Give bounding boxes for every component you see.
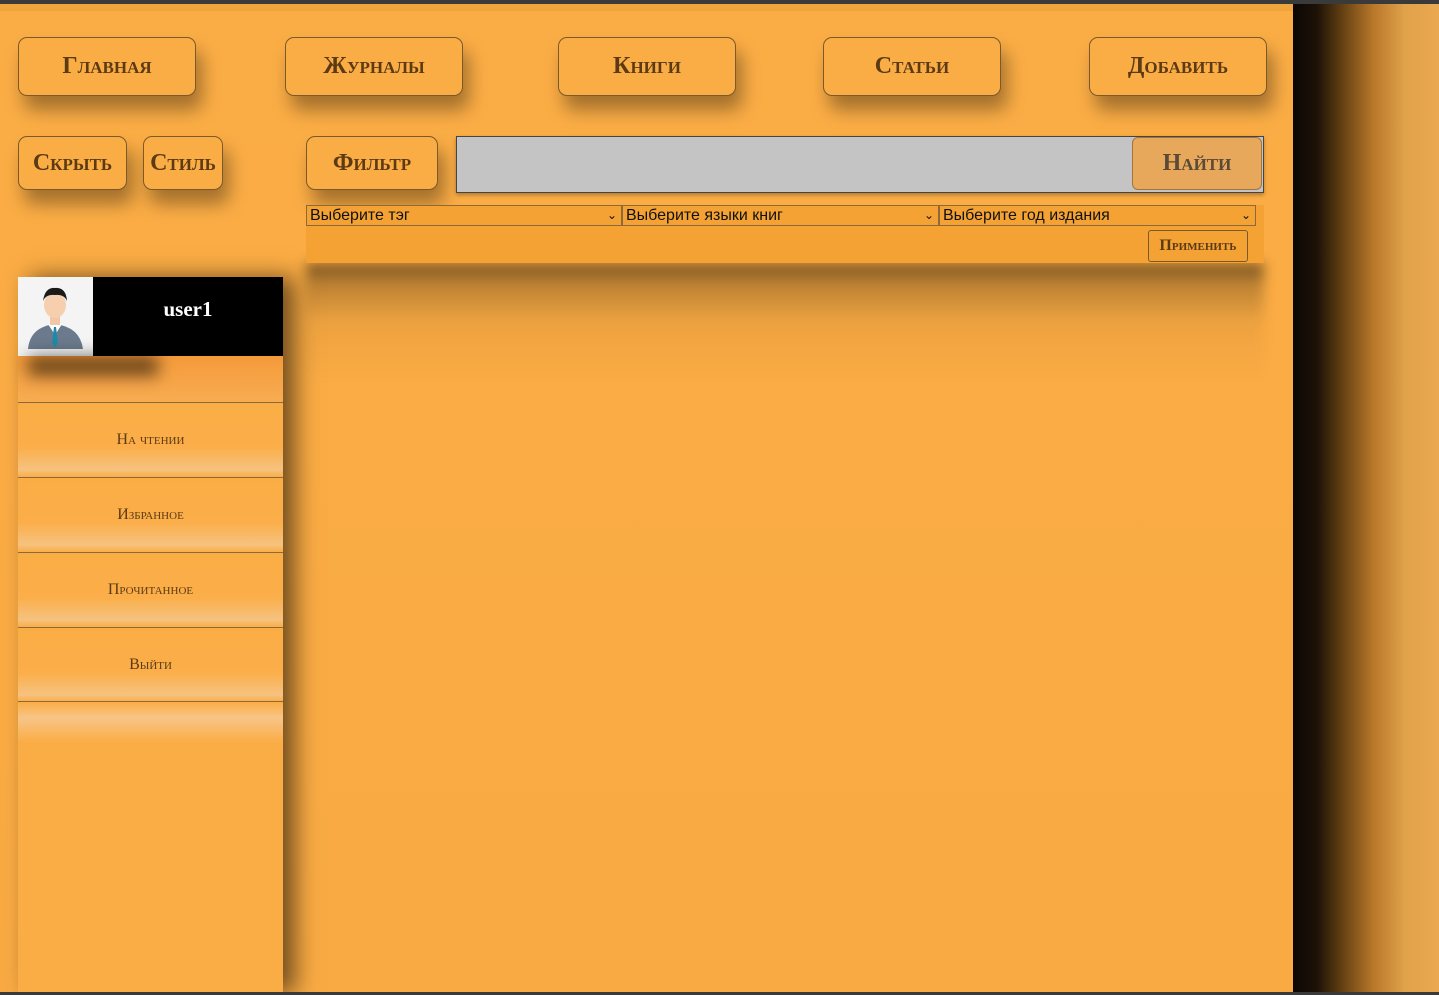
sidebar-item-favorites[interactable]: Избранное (18, 477, 283, 552)
sidebar-item-reading[interactable]: На чтении (18, 402, 283, 477)
search-bar: Найти (456, 136, 1264, 193)
sidebar: user1 На чтении Избранное Прочитанное Вы… (18, 277, 283, 993)
sidebar-item-label: Выйти (129, 656, 172, 673)
year-select[interactable]: Выберите год издания ⌄ (939, 205, 1256, 226)
nav-home-button[interactable]: Главная (18, 37, 196, 96)
user-avatar-icon (18, 277, 93, 356)
chevron-down-icon: ⌄ (923, 208, 934, 222)
sidebar-item-label: Прочитанное (107, 581, 194, 598)
username: user1 (163, 296, 213, 321)
hide-button[interactable]: Скрыть (18, 136, 127, 190)
page-right-shadow (1293, 4, 1439, 992)
avatar (18, 277, 93, 356)
sidebar-item-read[interactable]: Прочитанное (18, 552, 283, 627)
search-input[interactable] (457, 137, 1127, 192)
filter-panel: Выберите тэг ⌄ Выберите языки книг ⌄ Выб… (306, 205, 1264, 263)
year-select-value: Выберите год издания (943, 207, 1110, 224)
user-card: user1 (18, 277, 283, 356)
nav-books-button[interactable]: Книги (558, 37, 736, 96)
nav-journals-button[interactable]: Журналы (285, 37, 463, 96)
search-button[interactable]: Найти (1132, 137, 1262, 190)
chevron-down-icon: ⌄ (1240, 208, 1251, 222)
nav-add-button[interactable]: Добавить (1089, 37, 1267, 96)
apply-filter-button[interactable]: Применить (1148, 230, 1248, 262)
sidebar-item-label: На чтении (116, 431, 185, 448)
chevron-down-icon: ⌄ (606, 208, 617, 222)
user-card-divider (18, 356, 283, 402)
top-border (0, 0, 1439, 4)
filter-button[interactable]: Фильтр (306, 136, 438, 190)
style-button[interactable]: Стиль (143, 136, 223, 190)
language-select[interactable]: Выберите языки книг ⌄ (622, 205, 939, 226)
filter-panel-shadow (306, 263, 1264, 463)
language-select-value: Выберите языки книг (626, 207, 783, 224)
sidebar-item-logout[interactable]: Выйти (18, 627, 283, 702)
nav-articles-button[interactable]: Статьи (823, 37, 1001, 96)
sidebar-menu-end (18, 701, 283, 742)
sidebar-item-label: Избранное (117, 506, 184, 523)
tag-select[interactable]: Выберите тэг ⌄ (306, 205, 622, 226)
tag-select-value: Выберите тэг (310, 207, 410, 224)
